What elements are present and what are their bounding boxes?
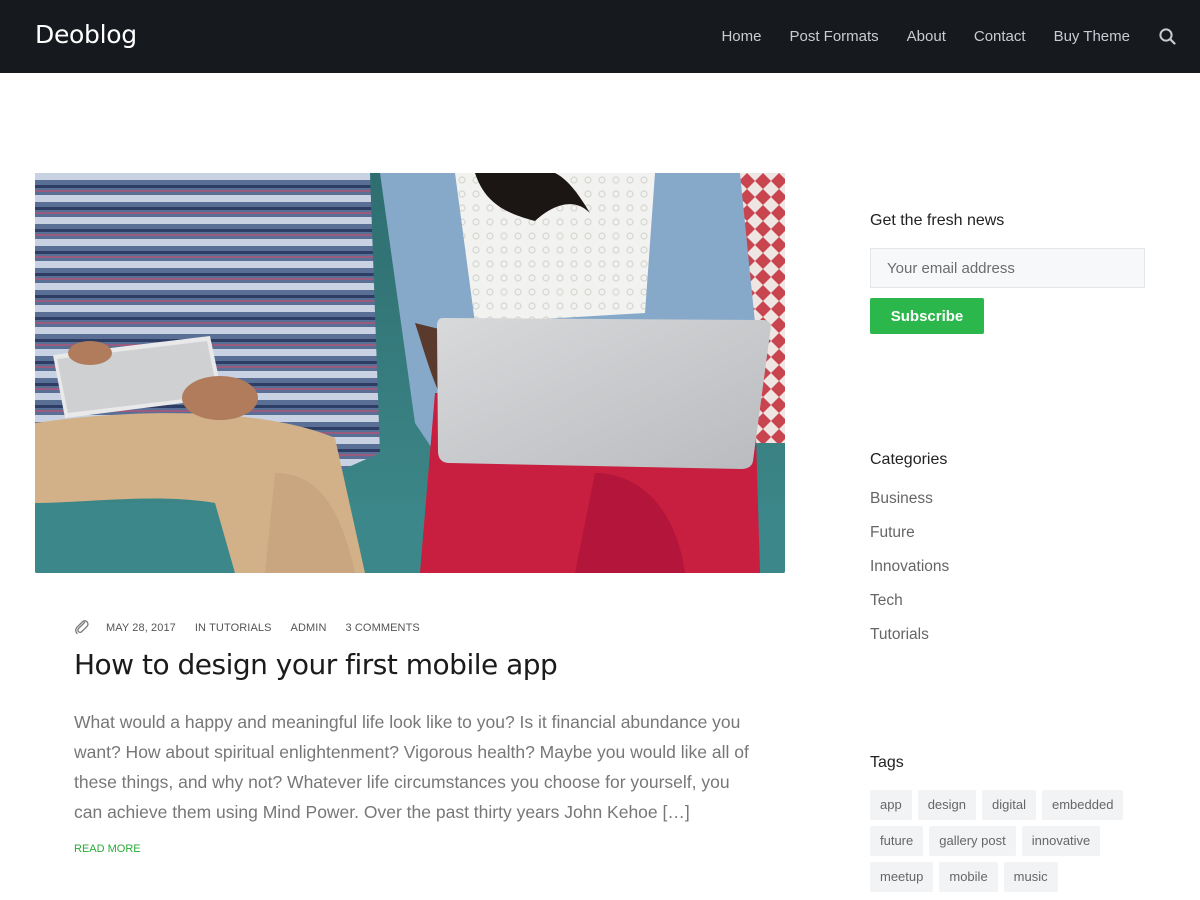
subscribe-button[interactable]: Subscribe (870, 298, 984, 334)
tag-innovative[interactable]: innovative (1021, 826, 1101, 856)
tag-gallery-post[interactable]: gallery post (929, 826, 1016, 856)
tag-design[interactable]: design (917, 790, 977, 820)
categories-title: Categories (870, 451, 948, 468)
post-category[interactable]: TUTORIALS (209, 622, 271, 634)
tags-title: Tags (870, 754, 904, 771)
tag-digital[interactable]: digital (982, 790, 1036, 820)
search-icon[interactable] (1158, 28, 1176, 46)
tag-meetup[interactable]: meetup (870, 862, 934, 892)
categories-list: Business Future Innovations Tech Tutoria… (870, 489, 949, 659)
category-tech[interactable]: Tech (870, 591, 949, 625)
nav-contact[interactable]: Contact (974, 28, 1026, 45)
nav-about[interactable]: About (907, 28, 946, 45)
post-excerpt: What would a happy and meaningful life l… (74, 712, 749, 822)
category-future[interactable]: Future (870, 523, 949, 557)
post-meta: MAY 28, 2017 IN TUTORIALS ADMIN 3 COMMEN… (74, 619, 439, 637)
tag-embedded[interactable]: embedded (1041, 790, 1124, 820)
category-innovations[interactable]: Innovations (870, 557, 949, 591)
tag-cloud: app design digital embedded future galle… (870, 790, 1170, 898)
attachment-icon (74, 619, 92, 637)
newsletter-title: Get the fresh news (870, 212, 1005, 229)
post-comments[interactable]: 3 COMMENTS (346, 622, 420, 634)
post-date[interactable]: MAY 28, 2017 (106, 622, 176, 634)
nav-post-formats[interactable]: Post Formats (789, 28, 878, 45)
tag-mobile[interactable]: mobile (939, 862, 998, 892)
tag-app[interactable]: app (870, 790, 912, 820)
category-business[interactable]: Business (870, 489, 949, 523)
post-featured-image[interactable] (35, 173, 785, 573)
nav-home[interactable]: Home (721, 28, 761, 45)
main-nav: Home Post Formats About Contact Buy Them… (721, 0, 1200, 73)
site-header: Deoblog Home Post Formats About Contact … (0, 0, 1200, 73)
site-logo[interactable]: Deoblog (35, 20, 137, 49)
email-field[interactable] (870, 248, 1145, 288)
post-author[interactable]: ADMIN (291, 622, 327, 634)
tag-future[interactable]: future (870, 826, 924, 856)
post-category-prefix: IN (194, 622, 207, 634)
nav-buy-theme[interactable]: Buy Theme (1054, 28, 1130, 45)
tag-music[interactable]: music (1003, 862, 1058, 892)
category-tutorials[interactable]: Tutorials (870, 625, 949, 659)
post-title[interactable]: How to design your first mobile app (74, 648, 774, 681)
read-more-link[interactable]: READ MORE (74, 843, 141, 855)
